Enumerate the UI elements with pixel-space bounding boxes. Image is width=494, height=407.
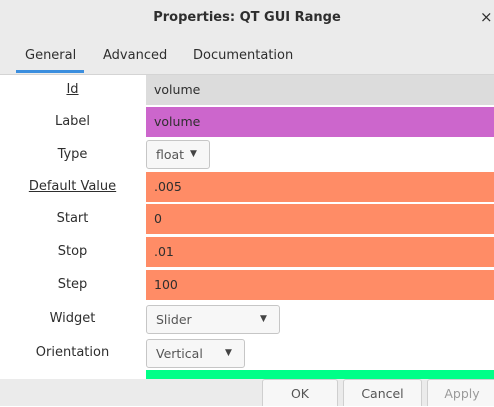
dropdown-arrow-icon: ▼ bbox=[190, 149, 197, 159]
type-dropdown-value: float bbox=[156, 147, 185, 162]
dropdown-arrow-icon: ▼ bbox=[260, 314, 267, 324]
dialog-title: Properties: QT GUI Range bbox=[153, 10, 341, 25]
widget-label: Widget bbox=[49, 311, 96, 326]
orientation-dropdown-value: Vertical bbox=[156, 346, 203, 361]
widget-dropdown[interactable]: Slider ▼ bbox=[146, 305, 280, 334]
type-dropdown[interactable]: float ▼ bbox=[146, 140, 210, 169]
widget-dropdown-value: Slider bbox=[156, 312, 192, 327]
step-field[interactable]: 100 bbox=[146, 270, 494, 300]
default-value-field[interactable]: .005 bbox=[146, 172, 494, 202]
default-value-label: Default Value bbox=[28, 179, 117, 194]
next-field[interactable] bbox=[146, 370, 494, 379]
id-label: Id bbox=[66, 82, 79, 97]
tab-general[interactable]: General bbox=[25, 36, 76, 74]
title-bar: Properties: QT GUI Range × bbox=[0, 0, 494, 36]
apply-button[interactable]: Apply bbox=[427, 379, 494, 406]
cancel-button[interactable]: Cancel bbox=[343, 379, 422, 406]
step-row: Step 100 bbox=[0, 270, 494, 300]
active-tab-indicator bbox=[16, 70, 84, 73]
stop-field[interactable]: .01 bbox=[146, 237, 494, 267]
orientation-dropdown[interactable]: Vertical ▼ bbox=[146, 339, 245, 368]
tab-documentation[interactable]: Documentation bbox=[193, 36, 293, 74]
step-label: Step bbox=[57, 277, 88, 292]
id-row: Id volume bbox=[0, 75, 494, 105]
start-label: Start bbox=[56, 211, 89, 226]
stop-label: Stop bbox=[57, 244, 88, 259]
start-row: Start 0 bbox=[0, 204, 494, 234]
label-field[interactable]: volume bbox=[146, 107, 494, 137]
stop-row: Stop .01 bbox=[0, 237, 494, 267]
type-label: Type bbox=[57, 147, 88, 162]
label-label: Label bbox=[54, 114, 91, 129]
default-value-row: Default Value .005 bbox=[0, 172, 494, 202]
type-row: Type float ▼ bbox=[0, 139, 494, 170]
tab-advanced[interactable]: Advanced bbox=[103, 36, 167, 74]
start-field[interactable]: 0 bbox=[146, 204, 494, 234]
orientation-row: Orientation Vertical ▼ bbox=[0, 337, 494, 369]
id-field[interactable]: volume bbox=[146, 75, 494, 105]
widget-row: Widget Slider ▼ bbox=[0, 303, 494, 335]
label-row: Label volume bbox=[0, 107, 494, 137]
close-icon[interactable]: × bbox=[480, 0, 494, 36]
ok-button[interactable]: OK bbox=[262, 379, 338, 406]
dropdown-arrow-icon: ▼ bbox=[225, 348, 232, 358]
orientation-label: Orientation bbox=[35, 345, 110, 360]
